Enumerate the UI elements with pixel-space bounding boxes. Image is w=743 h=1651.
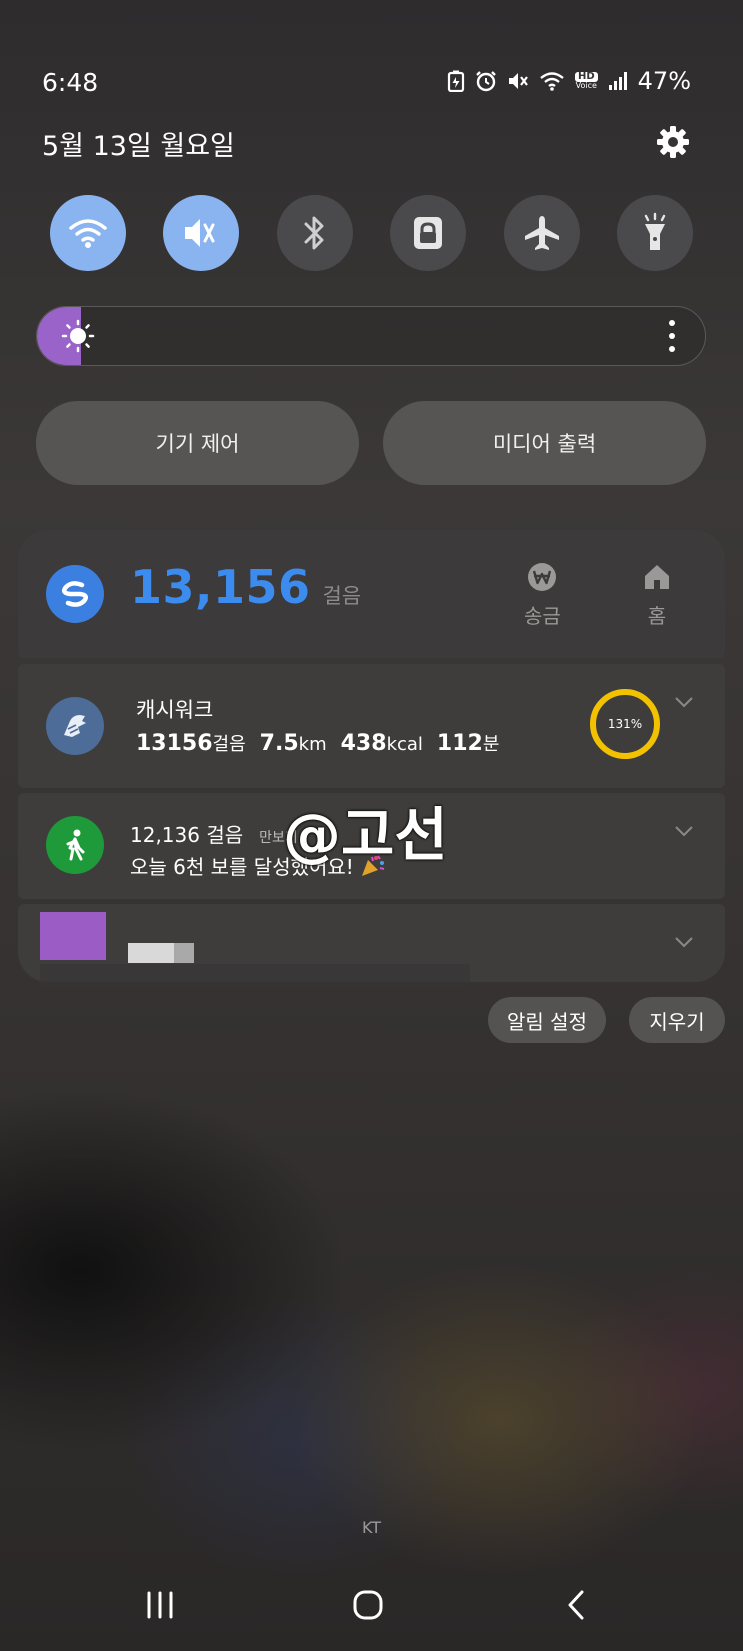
chevron-down-icon[interactable] [674, 936, 694, 948]
cashwalk-progress-ring: 131% [589, 688, 661, 760]
won-coin-icon [528, 563, 557, 591]
settings-gear-icon[interactable] [655, 124, 691, 160]
navigation-bar [0, 1560, 743, 1650]
bluetooth-icon [304, 216, 324, 250]
cashwalk-title: 캐시워크 [136, 698, 214, 722]
pedometer-app-icon [46, 816, 104, 874]
cashwalk-app-icon [46, 697, 104, 755]
cashwalk-distance-value: 7.5 [259, 731, 299, 756]
status-icons: HD Voice 47% [447, 67, 691, 95]
carrier-label: KT [361, 1518, 382, 1537]
clear-all-button[interactable]: 지우기 [629, 997, 725, 1043]
battery-saver-icon [447, 70, 465, 92]
brightness-sun-icon [61, 319, 95, 353]
notification-settings-button[interactable]: 알림 설정 [488, 997, 606, 1043]
home-shortcut[interactable]: 홈 [642, 562, 672, 629]
airplane-icon [524, 216, 559, 250]
wifi-icon [539, 70, 565, 92]
cashwalk-notification[interactable]: 캐시워크 13156 걸음 7.5 km 438 kcal 112 분 131% [18, 664, 725, 788]
qs-wifi-toggle[interactable] [50, 195, 126, 271]
qs-screen-lock-toggle[interactable] [390, 195, 467, 271]
home-label: 홈 [647, 604, 667, 628]
transfer-shortcut[interactable]: 송금 [524, 562, 561, 629]
step-count-unit: 걸음 [322, 584, 362, 608]
house-icon [645, 565, 669, 589]
quick-settings-row [50, 195, 693, 271]
qs-sound-toggle[interactable] [163, 195, 240, 271]
device-control-button[interactable]: 기기 제어 [36, 401, 359, 485]
media-output-button[interactable]: 미디어 출력 [383, 401, 706, 485]
pedometer-header: 12,136 걸음 만보기 [130, 819, 298, 848]
brightness-slider[interactable] [36, 306, 706, 366]
chevron-down-icon[interactable] [674, 696, 694, 708]
step-count-value: 13,156 [130, 560, 311, 614]
signal-icon [608, 71, 628, 91]
redacted-blur [40, 964, 470, 986]
cashwalk-distance-unit: km [298, 734, 327, 755]
pedometer-steps: 12,136 걸음 [130, 823, 244, 847]
cashwalk-steps-unit: 걸음 [212, 734, 246, 755]
qs-airplane-toggle[interactable] [503, 195, 580, 271]
qs-flashlight-toggle[interactable] [616, 195, 693, 271]
qs-bluetooth-toggle[interactable] [276, 195, 353, 271]
alarm-icon [475, 70, 497, 92]
mute-icon [507, 70, 529, 92]
cashwalk-kcal-value: 438 [340, 731, 387, 756]
step-count: 13,156 걸음 [130, 560, 361, 614]
lock-icon [414, 217, 443, 249]
voice-label: Voice [575, 81, 597, 90]
mute-icon [185, 219, 215, 247]
cashwalk-progress-label: 131% [607, 717, 643, 731]
transfer-label: 송금 [524, 604, 561, 628]
step-widget-card[interactable]: 13,156 걸음 송금 홈 [18, 530, 725, 658]
home-icon[interactable] [353, 1590, 383, 1620]
hd-voice-icon: HD Voice [574, 72, 598, 90]
watermark-text: @고선 [283, 801, 448, 869]
redacted-text-block [128, 943, 194, 963]
chevron-down-icon[interactable] [674, 825, 694, 837]
wifi-icon [69, 219, 107, 248]
back-icon[interactable] [566, 1589, 586, 1621]
status-time: 6:48 [42, 68, 99, 97]
cashwalk-minutes-unit: 분 [482, 734, 500, 755]
cashwalk-kcal-unit: kcal [386, 734, 423, 755]
redacted-app-icon [40, 912, 106, 960]
flashlight-icon [644, 212, 666, 250]
date-label: 5월 13일 월요일 [42, 131, 235, 162]
battery-level: 47% [637, 67, 691, 95]
recent-apps-icon[interactable] [145, 1591, 175, 1619]
cashwalk-steps-value: 13156 [136, 731, 213, 756]
step-app-icon [46, 565, 104, 623]
cashwalk-stats: 13156 걸음 7.5 km 438 kcal 112 분 [136, 730, 499, 756]
redacted-notification[interactable] [18, 904, 725, 986]
cashwalk-minutes-value: 112 [436, 731, 483, 756]
brightness-more-options-icon[interactable] [669, 320, 675, 352]
